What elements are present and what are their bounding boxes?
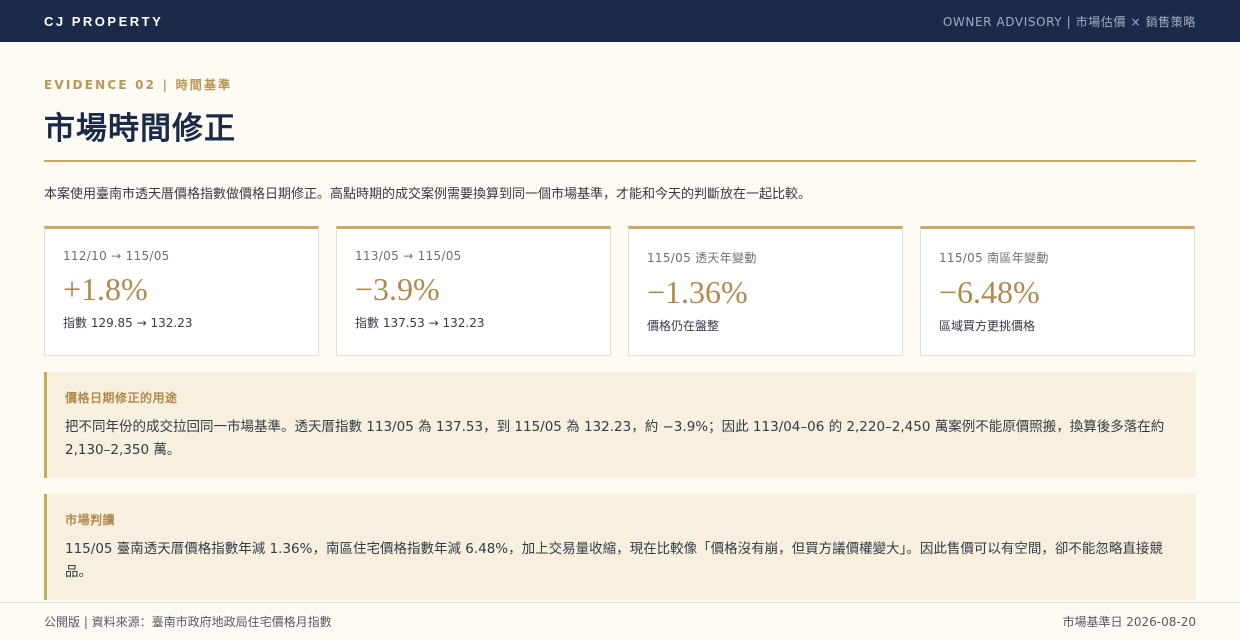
top-bar: CJ PROPERTY OWNER ADVISORY | 市場估價 × 銷售策略: [0, 0, 1240, 42]
footer-source: 公開版 | 資料來源：臺南市政府地政局住宅價格月指數: [44, 615, 332, 629]
metric-card-note: 指數 137.53 → 132.23: [355, 316, 485, 330]
metric-card-label: 115/05 南區年變動: [939, 251, 1049, 265]
metric-card-label: 112/10 → 115/05: [63, 249, 170, 263]
note-body: 把不同年份的成交拉回同一市場基準。透天厝指數 113/05 為 137.53，到…: [65, 419, 1165, 458]
footer-base-date: 市場基準日 2026-08-20: [1062, 615, 1196, 629]
note-title: 市場判讀: [65, 513, 116, 527]
metric-card-note: 價格仍在盤整: [647, 319, 720, 333]
page-title: 市場時間修正: [44, 111, 236, 147]
footer: 公開版 | 資料來源：臺南市政府地政局住宅價格月指數 市場基準日 2026-08…: [0, 602, 1240, 640]
metric-card-note: 區域買方更挑價格: [939, 319, 1036, 333]
metric-card-index-113-115: 113/05 → 115/05 −3.9% 指數 137.53 → 132.23: [336, 226, 611, 356]
note-price-date-adjustment: 價格日期修正的用途 把不同年份的成交拉回同一市場基準。透天厝指數 113/05 …: [44, 372, 1196, 478]
metric-card-south-district-yoy: 115/05 南區年變動 −6.48% 區域買方更挑價格: [920, 226, 1195, 356]
metric-card-label: 113/05 → 115/05: [355, 249, 462, 263]
brand-logo[interactable]: CJ PROPERTY: [44, 14, 163, 29]
metric-card-label: 115/05 透天年變動: [647, 251, 757, 265]
section-eyebrow: EVIDENCE 02 | 時間基準: [44, 78, 233, 92]
note-body: 115/05 臺南透天厝價格指數年減 1.36%，南區住宅價格指數年減 6.48…: [65, 541, 1163, 580]
title-divider: [44, 160, 1196, 162]
top-nav-label: OWNER ADVISORY | 市場估價 × 銷售策略: [942, 14, 1196, 29]
metric-card-note: 指數 129.85 → 132.23: [63, 316, 193, 330]
metric-card-value: −6.48%: [939, 274, 1040, 310]
metric-card-value: −3.9%: [355, 271, 440, 307]
metric-card-value: −1.36%: [647, 274, 748, 310]
intro-text: 本案使用臺南市透天厝價格指數做價格日期修正。高點時期的成交案例需要換算到同一個市…: [44, 187, 812, 202]
note-market-reading: 市場判讀 115/05 臺南透天厝價格指數年減 1.36%，南區住宅價格指數年減…: [44, 494, 1196, 600]
metric-card-index-112-115: 112/10 → 115/05 +1.8% 指數 129.85 → 132.23: [44, 226, 319, 356]
metric-cards: 112/10 → 115/05 +1.8% 指數 129.85 → 132.23…: [44, 226, 1196, 356]
metric-card-townhouse-yoy: 115/05 透天年變動 −1.36% 價格仍在盤整: [628, 226, 903, 356]
main-content: EVIDENCE 02 | 時間基準 市場時間修正 本案使用臺南市透天厝價格指數…: [44, 76, 1196, 600]
note-title: 價格日期修正的用途: [65, 391, 178, 405]
metric-card-value: +1.8%: [63, 271, 148, 307]
